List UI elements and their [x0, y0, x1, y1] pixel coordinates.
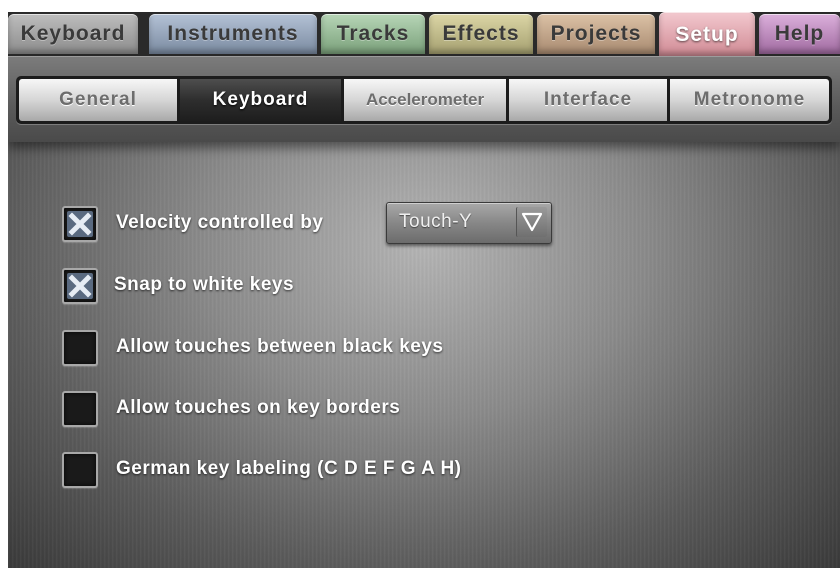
subtab-general[interactable]: General: [19, 79, 177, 121]
tab-tracks[interactable]: Tracks: [321, 14, 425, 54]
subtab-interface[interactable]: Interface: [509, 79, 667, 121]
tab-setup[interactable]: Setup: [659, 12, 755, 56]
option-label: Allow touches between black keys: [116, 336, 444, 357]
dropdown-value: Touch-Y: [399, 211, 473, 232]
subtab-frame: General Keyboard Accelerometer Interface…: [16, 76, 832, 124]
option-label: German key labeling (C D E F G A H): [116, 458, 462, 479]
x-mark-icon: [67, 211, 93, 237]
touches-borders-checkbox[interactable]: [62, 391, 98, 427]
german-labeling-checkbox[interactable]: [62, 452, 98, 488]
tab-instruments[interactable]: Instruments: [149, 14, 317, 54]
snap-checkbox[interactable]: [62, 268, 98, 304]
triangle-down-icon[interactable]: [516, 207, 547, 237]
x-mark-icon: [67, 273, 93, 299]
setup-subtab-bar: General Keyboard Accelerometer Interface…: [8, 56, 840, 142]
settings-window: Keyboard Instruments Tracks Effects Proj…: [8, 12, 840, 568]
option-label: Velocity controlled by: [116, 212, 324, 233]
subtab-metronome[interactable]: Metronome: [670, 79, 829, 121]
subtab-keyboard[interactable]: Keyboard: [180, 79, 341, 121]
tab-effects[interactable]: Effects: [429, 14, 533, 54]
tab-projects[interactable]: Projects: [537, 14, 655, 54]
tab-keyboard[interactable]: Keyboard: [8, 14, 138, 54]
option-label: Allow touches on key borders: [116, 397, 401, 418]
main-tab-bar: Keyboard Instruments Tracks Effects Proj…: [8, 12, 840, 56]
velocity-checkbox[interactable]: [62, 206, 98, 242]
option-label: Snap to white keys: [114, 274, 295, 295]
velocity-source-dropdown[interactable]: Touch-Y: [386, 202, 552, 244]
subtab-accelerometer[interactable]: Accelerometer: [344, 79, 506, 121]
tab-help[interactable]: Help: [759, 14, 840, 54]
touches-between-checkbox[interactable]: [62, 330, 98, 366]
